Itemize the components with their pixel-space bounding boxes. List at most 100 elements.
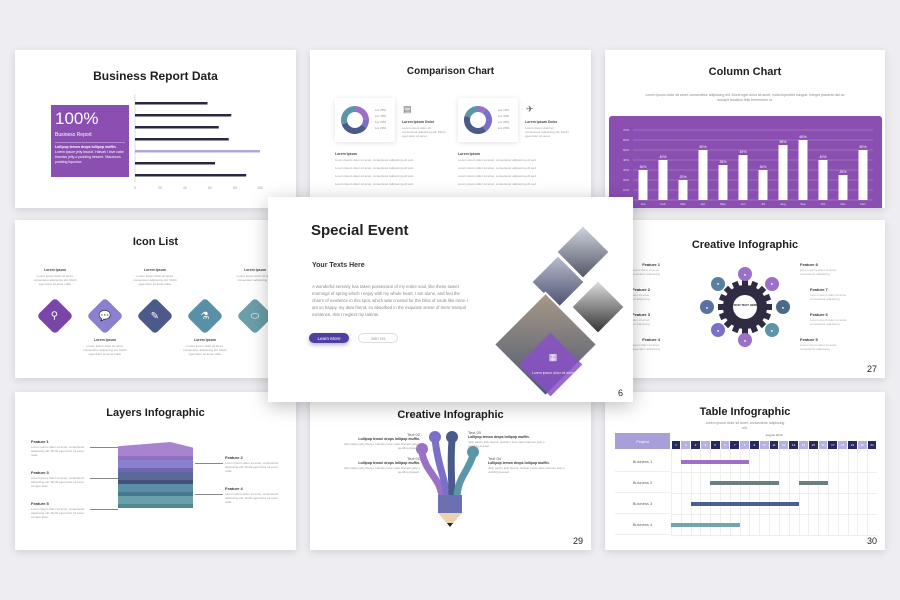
card-bold: Lollipop lemon drops lollipop muffin. bbox=[55, 145, 117, 149]
y-tick-label: 10% bbox=[623, 188, 629, 192]
item-body: Lorem ipsum dolor sit amet, consectetur … bbox=[83, 344, 127, 356]
slide-pencil-infographic[interactable]: Creative Infographic Text 01 Lollipop lem… bbox=[310, 392, 591, 550]
legend-item: Lor 35% bbox=[498, 120, 510, 124]
legend-item: Lor 25% bbox=[375, 108, 387, 112]
gantt-bar bbox=[680, 460, 750, 464]
bar bbox=[135, 114, 232, 117]
x-tick-label: Sep bbox=[800, 202, 806, 206]
list-item: Lorem ipsum dolor sit amet, consectetur … bbox=[335, 166, 414, 170]
text-body: Jelly pastry jelly biscuit. Halvah I lov… bbox=[488, 466, 565, 474]
legend-item: Lor 30% bbox=[498, 114, 510, 118]
slide-title: Creative Infographic bbox=[691, 239, 799, 251]
column-bar bbox=[658, 160, 668, 200]
row-label: Business 3 bbox=[615, 494, 670, 514]
item-heading: Lorem Ipsum bbox=[44, 268, 66, 272]
connector-line bbox=[195, 463, 223, 464]
list-item: Lorem ipsum dolor sit amet, consectetur … bbox=[458, 182, 537, 186]
y-tick-label: 20% bbox=[623, 178, 629, 182]
icon-diamond[interactable]: ⚗ bbox=[186, 297, 224, 335]
day-cell: 10 bbox=[759, 441, 769, 449]
donut-card: Lor 25% Lor 35% Lor 20% Lor 20% bbox=[335, 98, 395, 142]
feature-label: Feature 6 bbox=[810, 312, 828, 317]
join-us-button[interactable]: Join Us bbox=[358, 333, 398, 343]
day-cell: 19 bbox=[848, 441, 857, 449]
gear-center-text: YOUR TEXT HERE bbox=[731, 303, 759, 307]
icon-diamond[interactable]: ⚲ bbox=[36, 297, 74, 335]
slide-special-event[interactable]: Special Event Your Texts Here A wonderfu… bbox=[268, 197, 633, 402]
pencil-icon: ✎ bbox=[150, 310, 160, 322]
text-bold: Lollipop lemon drops lollipop muffin. bbox=[358, 461, 420, 465]
magnifier-icon: ⚲ bbox=[51, 310, 59, 322]
gantt-bar bbox=[690, 502, 799, 506]
x-tick-label: 20 bbox=[158, 186, 162, 190]
text-body: Jelly pastry jelly biscuit. Halvah I lov… bbox=[468, 440, 545, 448]
page-number: 27 bbox=[866, 364, 877, 374]
slide-title: Table Infographic bbox=[699, 406, 791, 418]
donut-card: Lor 15% Lor 30% Lor 35% Lor 20% bbox=[458, 98, 518, 142]
slide-table-infographic[interactable]: Table Infographic Lorem ipsum dolor sit … bbox=[605, 392, 885, 550]
y-tick-label: 60% bbox=[623, 138, 629, 142]
horizontal-bar-chart: 0 20 40 60 80 100 bbox=[134, 94, 263, 190]
icon-diamond[interactable]: ✎ bbox=[136, 297, 174, 335]
data-label: 30% bbox=[639, 165, 646, 169]
feature-body: Lorem ipsum dolor sit amet, consectetur … bbox=[31, 445, 85, 457]
feature-label: Feature 7 bbox=[810, 287, 828, 292]
feature-body: Lorem ipsum dolor sit amet, consectetur … bbox=[810, 318, 848, 326]
layer-block bbox=[118, 442, 193, 456]
column-chart: 0%10%20%30%40%50%60%70%30%Jan40%Feb20%Ma… bbox=[623, 128, 873, 206]
data-label: 25% bbox=[839, 170, 846, 174]
bar bbox=[135, 138, 229, 141]
slide-creative-gear[interactable]: Creative Infographic YOUR TEXT HERE ● ● ● ●… bbox=[605, 220, 885, 378]
flask-icon: ⚗ bbox=[200, 310, 210, 322]
slide-subtitle: Your Texts Here bbox=[312, 262, 365, 269]
day-cell: 5 bbox=[710, 441, 720, 449]
column-bar bbox=[718, 165, 728, 200]
feature-body: Lorem ipsum dolor sit amet, consectetur … bbox=[800, 343, 838, 351]
page-number: 30 bbox=[866, 536, 877, 546]
data-label: 55% bbox=[779, 140, 786, 144]
x-tick-label: 100 bbox=[257, 186, 263, 190]
slide-column-chart[interactable]: Column Chart Lorem ipsum dolor sit amet,… bbox=[605, 50, 885, 208]
grid-line bbox=[778, 449, 780, 535]
slide-title: Layers Infographic bbox=[106, 407, 205, 419]
slide-title: Column Chart bbox=[708, 66, 782, 78]
legend-item: Lor 20% bbox=[375, 120, 387, 124]
day-cell: 18 bbox=[838, 441, 848, 449]
day-cell: 13 bbox=[789, 441, 798, 449]
row-divider bbox=[671, 472, 877, 473]
item-heading: Lorem Ipsum bbox=[144, 268, 166, 272]
slide-title: Creative Infographic bbox=[397, 409, 504, 421]
learn-more-button[interactable]: Learn More bbox=[309, 333, 349, 343]
card-body: Lorem ipsum jelly biscuit. Halvah I love… bbox=[55, 150, 124, 164]
grid-line bbox=[798, 449, 800, 535]
big-value: 100% bbox=[55, 109, 99, 128]
chart-panel: 0%10%20%30%40%50%60%70%30%Jan40%Feb20%Ma… bbox=[609, 116, 882, 208]
slide-title: Business Report Data bbox=[93, 69, 218, 83]
bar bbox=[135, 162, 215, 165]
icon-diamond[interactable]: 💬 bbox=[86, 297, 124, 335]
slide-icon-list[interactable]: Icon List ⚲ Lorem Ipsum Lorem ipsum dolor … bbox=[15, 220, 296, 378]
row-label: Business 4 bbox=[615, 515, 670, 535]
photo-collage: ▦ Lorem ipsum dolor sit amet bbox=[492, 223, 633, 402]
bar bbox=[135, 126, 219, 129]
grid-line bbox=[818, 449, 820, 535]
day-cell: 1 bbox=[671, 441, 681, 449]
slide-business-report[interactable]: Business Report Data 100% Business Repor… bbox=[15, 50, 296, 208]
feature-icon: ● bbox=[738, 333, 752, 347]
y-tick-label: 50% bbox=[623, 148, 629, 152]
list-title: Lorem Ipsum bbox=[335, 152, 357, 156]
column-bar bbox=[638, 170, 648, 200]
slide-comparison-chart[interactable]: Comparison Chart Lor 25% Lor 35% Lor 20% Lo… bbox=[310, 50, 591, 208]
legend-item: Lor 15% bbox=[498, 108, 510, 112]
feature-icon: ● bbox=[764, 323, 779, 338]
list-item: Lorem ipsum dolor sit amet, consectetur … bbox=[335, 158, 414, 162]
data-label: 50% bbox=[699, 145, 706, 149]
bar bbox=[135, 174, 247, 177]
x-tick-label: Jun bbox=[741, 202, 746, 206]
month-label: August 2019 bbox=[765, 433, 783, 437]
slide-layers-infographic[interactable]: Layers Infographic Feature 1 Lorem ipsum … bbox=[15, 392, 296, 550]
document-icon: ▤ bbox=[403, 104, 412, 114]
slide-subtitle: Lorem ipsum dolor sit amet, consectetur … bbox=[645, 93, 845, 102]
data-label: 60% bbox=[799, 135, 806, 139]
text-body: Jelly pastry jelly biscuit. Halvah I lov… bbox=[343, 466, 420, 474]
